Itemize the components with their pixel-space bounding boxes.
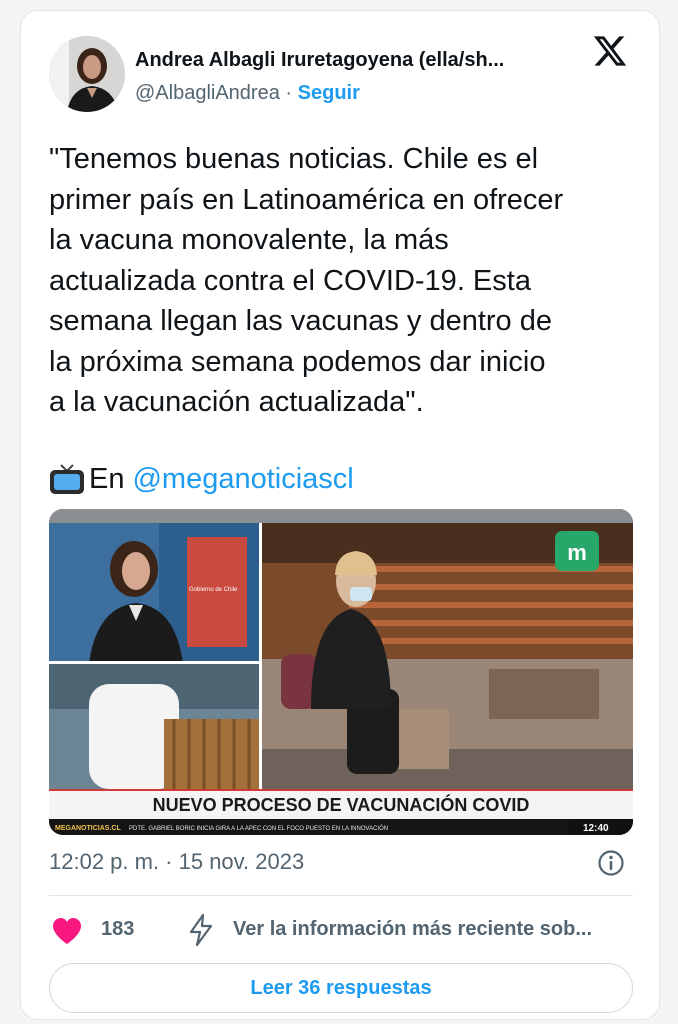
author-handle[interactable]: @AlbagliAndrea [135,82,280,104]
author-name[interactable]: Andrea Albagli Iruretagoyena (ella/sh... [135,49,504,72]
like-count: 183 [101,918,135,940]
lightning-bolt-icon[interactable] [186,913,216,947]
x-logo-icon[interactable] [592,33,628,69]
meta-divider [49,895,633,896]
latest-info-link[interactable]: Ver la información más reciente sob... [233,918,592,941]
tweet-card: Andrea Albagli Iruretagoyena (ella/sh...… [20,10,660,1020]
ticker-site: MEGANOTICIAS.CL [55,825,121,832]
read-replies-button[interactable]: Leer 36 respuestas [49,963,633,1013]
handle-separator: · [285,82,293,104]
heart-icon[interactable] [51,916,83,946]
source-mention-link[interactable]: @meganoticiascl [132,461,353,497]
follow-button[interactable]: Seguir [298,82,360,104]
lower-third-headline: NUEVO PROCESO DE VACUNACIÓN COVID [153,794,530,815]
video-thumbnail[interactable]: Gobierno de Chile m NUEVO PROCESO DE VAC… [49,509,633,835]
ticker-text: PDTE. GABRIEL BORIC INICIA GIRA A LA APE… [129,825,388,832]
ticker-time: 12:40 [583,823,609,834]
tweet-source-line: En @meganoticiascl [49,461,354,497]
tv-emoji-icon [50,464,84,494]
tweet-text: "Tenemos buenas noticias. Chile es el pr… [49,143,564,418]
backdrop-sign-text: Gobierno de Chile [189,587,238,593]
svg-text:m: m [567,540,587,565]
source-prefix: En [89,463,125,495]
info-icon[interactable] [596,848,626,878]
author-avatar[interactable] [49,36,125,112]
author-handle-row: @AlbagliAndrea · Seguir [135,82,360,105]
tweet-timestamp[interactable]: 12:02 p. m. · 15 nov. 2023 [49,849,304,875]
